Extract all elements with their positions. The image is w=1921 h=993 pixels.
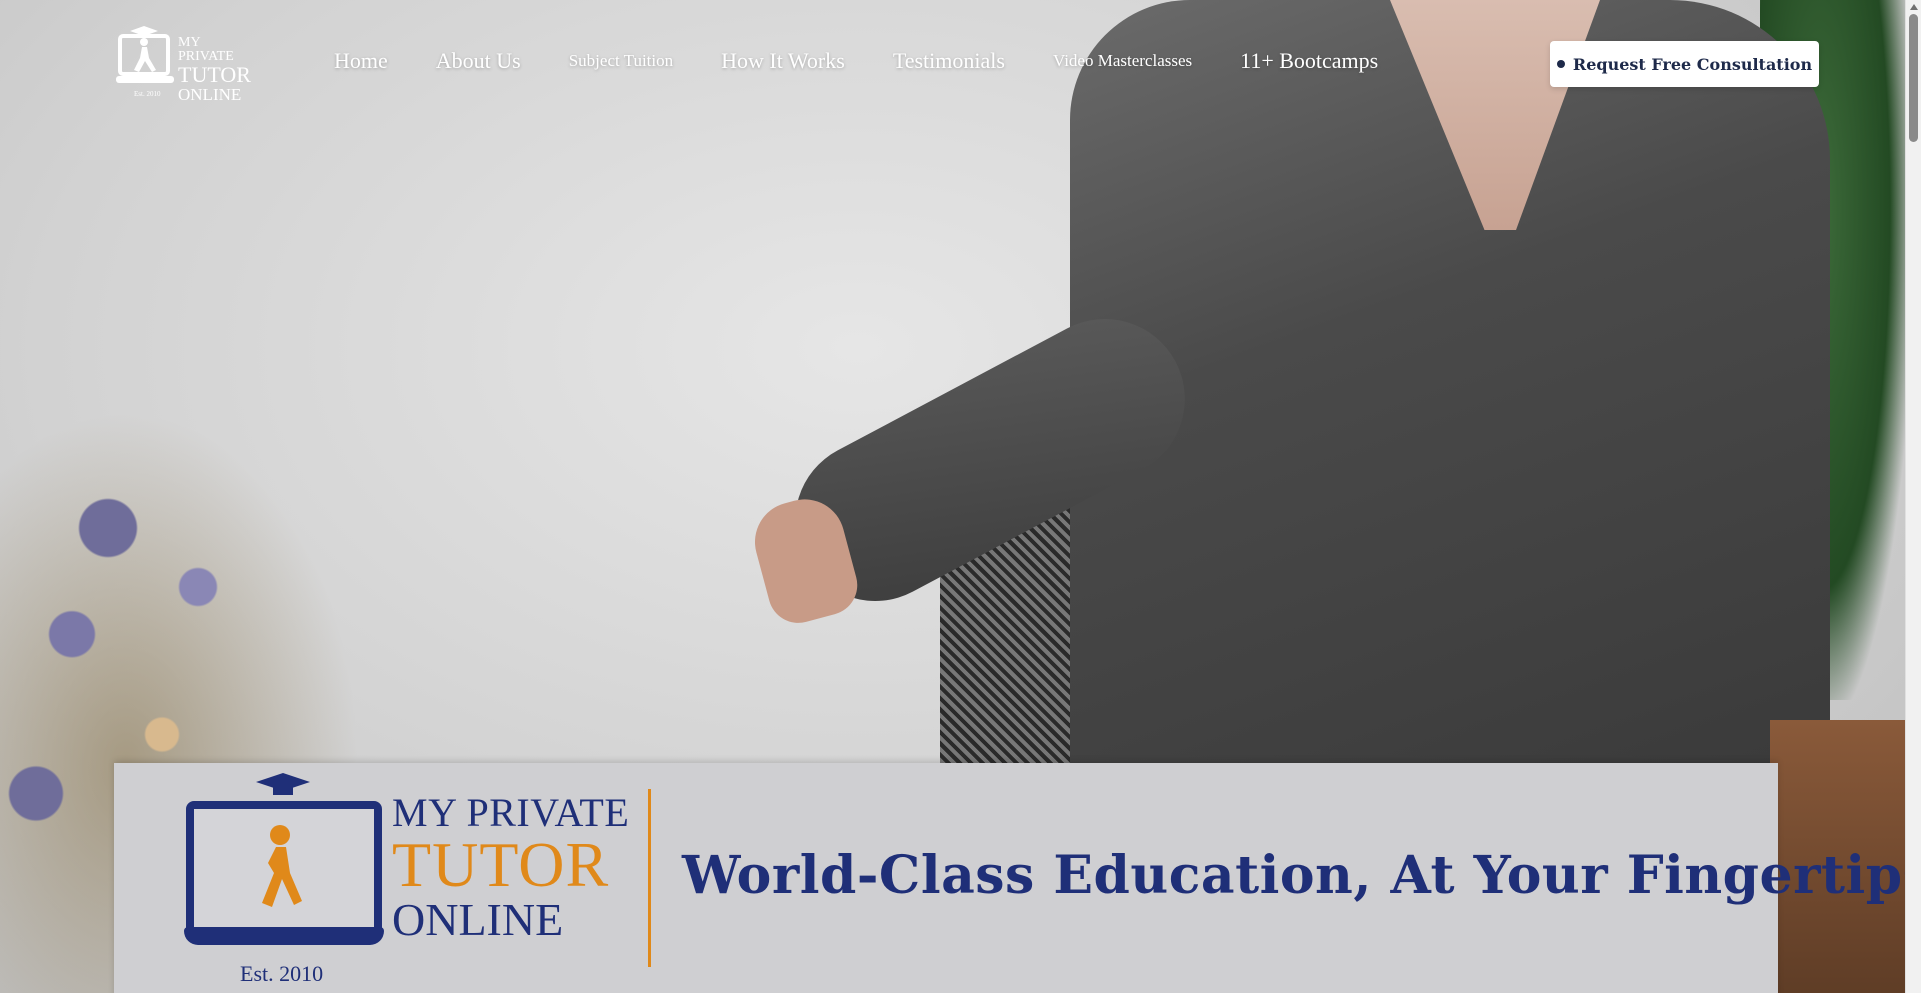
- banner-brand-line1: MY PRIVATE: [392, 790, 630, 835]
- logo-text: MY PRIVATE TUTOR ONLINE: [178, 35, 254, 104]
- cta-label: Request Free Consultation: [1572, 54, 1813, 74]
- nav-home[interactable]: Home: [334, 48, 388, 74]
- bullet-dot-icon: [1556, 60, 1565, 68]
- main-nav: Home About Us Subject Tuition How It Wor…: [334, 48, 1378, 74]
- nav-testimonials[interactable]: Testimonials: [893, 48, 1005, 74]
- banner-est: Est. 2010: [240, 961, 324, 986]
- site-header: MY PRIVATE TUTOR ONLINE Est. 2010 Home A…: [0, 0, 1905, 110]
- scroll-up-arrow-icon[interactable]: [1910, 4, 1918, 10]
- banner-tagline: World-Class Education, At Your Fingertip…: [682, 845, 1905, 906]
- logo-est: Est. 2010: [134, 90, 161, 98]
- nav-subject-tuition[interactable]: Subject Tuition: [569, 51, 673, 71]
- vertical-scrollbar[interactable]: [1905, 0, 1921, 993]
- logo-line2: TUTOR: [178, 62, 251, 87]
- request-consultation-button[interactable]: Request Free Consultation: [1550, 41, 1819, 87]
- logo-line1: MY PRIVATE: [178, 35, 234, 64]
- banner-brand-line2: TUTOR: [392, 829, 610, 900]
- nav-about-us[interactable]: About Us: [436, 48, 521, 74]
- logo-line3: ONLINE: [178, 85, 242, 104]
- banner-brand: MY PRIVATE TUTOR ONLINE: [392, 793, 629, 943]
- page: Est. 2010 MY PRIVATE TUTOR ONLINE World-…: [0, 0, 1921, 993]
- hero-video[interactable]: Est. 2010 MY PRIVATE TUTOR ONLINE World-…: [0, 0, 1905, 993]
- logo-laptop-icon: [116, 26, 174, 83]
- site-logo[interactable]: MY PRIVATE TUTOR ONLINE Est. 2010: [114, 26, 254, 104]
- walking-student-icon: [262, 825, 302, 907]
- banner-logo-base: [184, 927, 384, 945]
- graduation-cap-icon: [256, 773, 310, 795]
- nav-how-it-works[interactable]: How It Works: [721, 48, 845, 74]
- nav-video-masterclasses[interactable]: Video Masterclasses: [1053, 51, 1192, 71]
- nav-bootcamps[interactable]: 11+ Bootcamps: [1240, 48, 1378, 74]
- hero-banner: Est. 2010 MY PRIVATE TUTOR ONLINE World-…: [114, 763, 1905, 993]
- banner-brand-line3: ONLINE: [392, 894, 564, 945]
- banner-divider: [648, 789, 651, 967]
- scroll-thumb[interactable]: [1909, 14, 1918, 142]
